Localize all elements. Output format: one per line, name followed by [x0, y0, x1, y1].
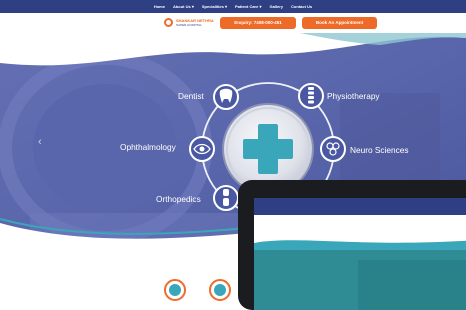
knee-icon[interactable]: [213, 185, 239, 211]
spine-icon[interactable]: [298, 83, 324, 109]
logo-subtitle: SUPER HOSPITAL: [176, 22, 202, 27]
tooth-icon[interactable]: [213, 84, 239, 110]
nav-patient-care[interactable]: Patient Care ▾: [235, 4, 261, 9]
logo-name: SHANKAR NETHRA: [176, 17, 214, 23]
service-neuro-sciences[interactable]: Neuro Sciences: [350, 145, 409, 155]
service-ophthalmology[interactable]: Ophthalmology: [120, 142, 176, 152]
nav-home[interactable]: Home: [154, 4, 165, 9]
top-navigation: Home About Us ▾ Specialities ▾ Patient C…: [0, 0, 466, 13]
service-dentist[interactable]: Dentist: [178, 91, 204, 101]
book-appointment-button[interactable]: Book An Appointment: [302, 16, 377, 29]
eye-icon[interactable]: [189, 136, 215, 162]
site-header: SHANKAR NETHRA SUPER HOSPITAL Enquiry: 7…: [0, 13, 466, 33]
neuro-care-icon[interactable]: [209, 279, 231, 301]
service-orthopedics[interactable]: Orthopedics: [156, 194, 201, 204]
enquiry-button[interactable]: Enquiry: 7408-000-451: [220, 16, 296, 29]
nav-gallery[interactable]: Gallery: [269, 4, 283, 9]
logo-icon: [164, 18, 173, 27]
carousel-prev-arrow[interactable]: ‹: [38, 136, 42, 148]
nav-contact-us[interactable]: Contact Us: [291, 4, 312, 9]
nav-specialities[interactable]: Specialities ▾: [202, 4, 227, 9]
eye-care-icon[interactable]: [164, 279, 186, 301]
service-physiotherapy[interactable]: Physiotherapy: [327, 91, 380, 101]
brain-icon[interactable]: [320, 136, 346, 162]
tablet-mockup: [238, 180, 466, 310]
nav-about-us[interactable]: About Us ▾: [173, 4, 194, 9]
hospital-logo[interactable]: SHANKAR NETHRA SUPER HOSPITAL: [164, 18, 214, 27]
